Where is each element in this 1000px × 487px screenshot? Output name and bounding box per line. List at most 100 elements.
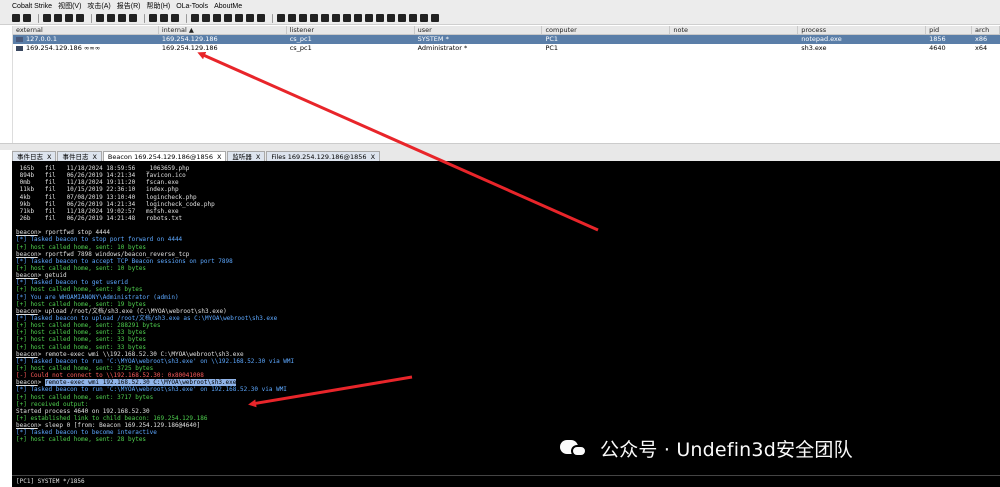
menu-item[interactable]: OLa-Tools — [176, 3, 208, 10]
terminal-icon[interactable] — [257, 14, 265, 22]
table-row[interactable]: 127.0.0.1 169.254.129.186 cs_pc1 SYSTEM … — [13, 35, 1000, 44]
pid-cell: 4640 — [929, 44, 946, 52]
download-icon[interactable] — [332, 14, 340, 22]
payload-generator-icon[interactable] — [149, 14, 157, 22]
internal-cell: 169.254.129.186 — [161, 35, 218, 43]
keystrokes-icon[interactable] — [118, 14, 126, 22]
console-line: beacon> remote-exec wmi 192.168.52.30 C:… — [16, 379, 1000, 387]
menu-icon[interactable] — [299, 14, 307, 22]
box-icon[interactable] — [387, 14, 395, 22]
tab-close-icon[interactable]: X — [92, 153, 96, 161]
toolbar-separator — [38, 13, 39, 23]
session-table-icon[interactable] — [65, 14, 73, 22]
console-file-line: 9kb fil 06/26/2019 14:21:34 logincheck_c… — [16, 200, 215, 208]
link-icon[interactable] — [191, 14, 199, 22]
column-header[interactable]: note — [670, 26, 799, 34]
listeners-icon[interactable] — [43, 14, 51, 22]
console-file-line: 0mb fil 11/18/2024 19:11:20 fscan.exe — [16, 179, 179, 187]
target-icon[interactable] — [310, 14, 318, 22]
console-tab[interactable]: 事件日志 X — [57, 151, 102, 161]
manage-web-server-icon[interactable] — [160, 14, 168, 22]
credentials-icon[interactable] — [96, 14, 104, 22]
lock-icon[interactable] — [224, 14, 232, 22]
console-text: [*] Tasked beacon to accept TCP Beacon s… — [16, 257, 233, 265]
console-line: [+] host called home, sent: 33 bytes — [16, 336, 1000, 343]
console-text: [-] Could not connect to \\192.168.52.30… — [16, 372, 204, 380]
menu-item[interactable]: 报告(R) — [117, 1, 141, 11]
toolbar-separator — [272, 13, 273, 23]
tab-close-icon[interactable]: X — [371, 153, 375, 161]
console-text: [+] received output: — [16, 400, 89, 408]
cloud-icon[interactable] — [202, 14, 210, 22]
column-header[interactable]: computer — [542, 26, 671, 34]
listener-cell: cs_pc1 — [289, 35, 312, 43]
screenshots-icon[interactable] — [129, 14, 137, 22]
menu-item[interactable]: Cobalt Strike — [12, 3, 52, 10]
photo-icon[interactable] — [354, 14, 362, 22]
console-text: [+] host called home, sent: 28 bytes — [16, 436, 147, 444]
column-header[interactable]: process — [798, 26, 927, 34]
console-line: beacon> getuid — [16, 272, 1000, 279]
new-connection-icon[interactable] — [12, 14, 20, 22]
window-icon[interactable] — [246, 14, 254, 22]
column-header[interactable]: arch — [972, 26, 1000, 34]
column-header[interactable]: external — [13, 26, 159, 34]
disconnect-icon[interactable] — [23, 14, 31, 22]
table-header: external internal ▲ listener user comput… — [13, 26, 1000, 35]
tab-bar: 事件日志 X 事件日志 X Beacon 169.254.129.186@1856 X 监听… — [12, 150, 1000, 161]
console-text: [+] host called home, sent: 33 bytes — [16, 336, 147, 344]
console-text: [*] Tasked beacon to get userid — [16, 279, 128, 287]
menu-item[interactable]: 帮助(H) — [146, 1, 170, 11]
console-text: > rportfwd stop 4444 — [37, 229, 110, 237]
link-icon[interactable] — [398, 14, 406, 22]
file-icon[interactable] — [376, 14, 384, 22]
script-console-icon[interactable] — [171, 14, 179, 22]
tab-close-icon[interactable]: X — [47, 153, 51, 161]
downloads-icon[interactable] — [107, 14, 115, 22]
console-text: [*] Tasked beacon to upload /root/文档/sh3… — [16, 314, 278, 322]
log-icon[interactable] — [420, 14, 428, 22]
tab-close-icon[interactable]: X — [217, 153, 221, 161]
console-line: [*] Tasked beacon to get userid — [16, 279, 1000, 286]
session-graph-icon[interactable] — [54, 14, 62, 22]
console-text: [+] host called home, sent: 33 bytes — [16, 343, 147, 351]
console-text: [*] Tasked beacon to run 'C:\MYOA\webroo… — [16, 357, 295, 365]
grid-icon[interactable] — [288, 14, 296, 22]
column-header[interactable]: internal ▲ — [159, 26, 287, 34]
pane-splitter[interactable] — [0, 143, 1000, 150]
console-text: [*] Tasked beacon to run 'C:\MYOA\webroo… — [16, 386, 287, 394]
headphones-icon[interactable] — [277, 14, 285, 22]
beacon-prompt: beacon — [16, 272, 38, 280]
tab-close-icon[interactable]: X — [256, 153, 260, 161]
log-icon[interactable] — [213, 14, 221, 22]
console-tab[interactable]: Files 169.254.129.186@1856 X — [266, 151, 381, 161]
menu-item[interactable]: 攻击(A) — [87, 1, 110, 11]
menu-item[interactable]: AboutMe — [214, 3, 242, 10]
console-line: [+] host called home, sent: 3725 bytes — [16, 365, 1000, 372]
toolbar-separator — [144, 13, 145, 23]
tab-label: 事件日志 — [62, 153, 89, 161]
image-icon[interactable] — [321, 14, 329, 22]
console-tab[interactable]: 事件日志 X — [12, 151, 57, 161]
key-icon[interactable] — [343, 14, 351, 22]
beacon-console[interactable]: 165b fil 11/18/2024 18:59:56 _1063659.ph… — [12, 161, 1000, 475]
console-tab[interactable]: 监听器 X — [227, 151, 266, 161]
gear-icon[interactable] — [365, 14, 373, 22]
table-row[interactable]: 169.254.129.186 ∞∞∞ 169.254.129.186 cs_p… — [13, 44, 1000, 53]
arch-cell: x64 — [975, 44, 988, 52]
console-tab[interactable]: Beacon 169.254.129.186@1856 X — [102, 151, 227, 161]
column-header[interactable]: listener — [287, 26, 415, 34]
target-table-icon[interactable] — [76, 14, 84, 22]
server-icon[interactable] — [431, 14, 439, 22]
server-icon[interactable] — [235, 14, 243, 22]
menu-item[interactable]: 视图(V) — [58, 1, 81, 11]
toolbar-separator — [186, 13, 187, 23]
column-header[interactable]: user — [415, 26, 543, 34]
cloud-icon[interactable] — [409, 14, 417, 22]
column-header[interactable]: pid — [926, 26, 973, 34]
console-text: [+] host called home, sent: 3725 bytes — [16, 364, 154, 372]
beacon-table: external internal ▲ listener user comput… — [12, 26, 1000, 143]
note-cell — [670, 35, 798, 44]
console-line: [-] Could not connect to \\192.168.52.30… — [16, 372, 1000, 379]
